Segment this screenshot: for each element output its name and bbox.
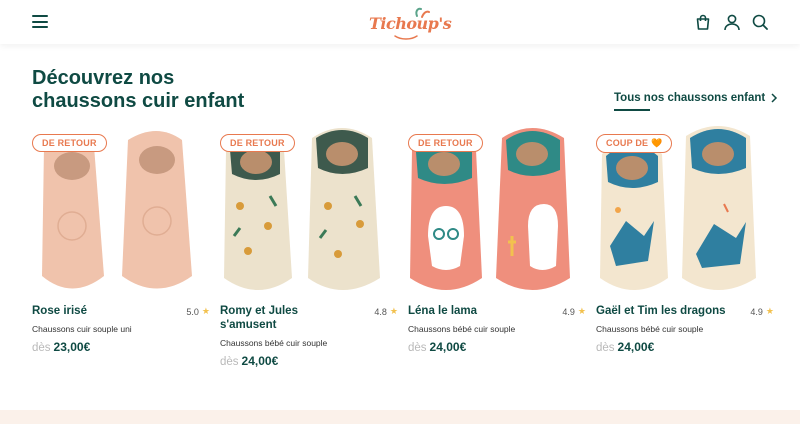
status-badge: COUP DE 🧡 — [596, 134, 673, 153]
rating-value: 5.0 — [186, 306, 199, 317]
bag-icon[interactable] — [694, 13, 712, 31]
product-rating: 4.8 ★ — [374, 306, 398, 317]
price-value: 24,00€ — [241, 354, 279, 368]
product-card[interactable]: DE RETOUR Rose irisé 5.0 ★ Chaussons cui… — [32, 126, 210, 354]
star-icon: ★ — [765, 306, 774, 316]
user-icon[interactable] — [723, 13, 741, 31]
star-icon: ★ — [389, 306, 398, 316]
price-value: 24,00€ — [429, 340, 467, 354]
price-value: 24,00€ — [617, 340, 655, 354]
menu-icon[interactable] — [32, 15, 48, 28]
product-price: dès 23,00€ — [32, 340, 90, 354]
product-name[interactable]: Léna le lama — [408, 304, 538, 318]
price-prefix: dès — [32, 342, 51, 354]
search-icon[interactable] — [751, 13, 769, 31]
product-card[interactable]: DE RETOUR Romy et Jules s'amusent 4.8 ★ … — [220, 126, 398, 368]
status-badge: DE RETOUR — [408, 134, 483, 152]
chevron-right-icon — [771, 93, 778, 103]
product-description: Chaussons bébé cuir souple — [596, 324, 704, 334]
section-title-line2: chaussons cuir enfant — [32, 90, 245, 112]
product-image[interactable]: DE RETOUR — [408, 126, 586, 298]
rating-value: 4.8 — [374, 306, 387, 317]
price-value: 23,00€ — [53, 340, 91, 354]
product-rating: 4.9 ★ — [750, 306, 774, 317]
product-image[interactable]: DE RETOUR — [220, 126, 398, 298]
product-card[interactable]: DE RETOUR Léna le lama 4.9 ★ Chaussons b… — [408, 126, 586, 354]
status-badge: DE RETOUR — [220, 134, 295, 152]
see-all-label: Tous nos chaussons enfant — [614, 92, 766, 104]
product-rating: 5.0 ★ — [186, 306, 210, 317]
logo-text: Tichoup's — [369, 14, 452, 33]
status-badge: DE RETOUR — [32, 134, 107, 152]
see-all-underline — [614, 109, 650, 111]
product-description: Chaussons bébé cuir souple — [408, 324, 516, 334]
star-icon: ★ — [577, 306, 586, 316]
rating-value: 4.9 — [562, 306, 575, 317]
see-all-link[interactable]: Tous nos chaussons enfant — [614, 92, 778, 104]
product-rating: 4.9 ★ — [562, 306, 586, 317]
price-prefix: dès — [220, 356, 239, 368]
product-card[interactable]: COUP DE 🧡 Gaël et Tim les dragons 4.9 ★ … — [596, 126, 774, 354]
price-prefix: dès — [596, 342, 615, 354]
product-image[interactable]: COUP DE 🧡 — [596, 126, 774, 298]
section-title-line1: Découvrez nos — [32, 67, 175, 89]
star-icon: ★ — [201, 306, 210, 316]
product-description: Chaussons cuir souple uni — [32, 324, 132, 334]
product-name[interactable]: Gaël et Tim les dragons — [596, 304, 736, 318]
product-name[interactable]: Romy et Jules s'amusent — [220, 304, 350, 332]
product-price: dès 24,00€ — [408, 340, 466, 354]
product-name[interactable]: Rose irisé — [32, 304, 162, 318]
product-image[interactable]: DE RETOUR — [32, 126, 210, 298]
price-prefix: dès — [408, 342, 427, 354]
product-price: dès 24,00€ — [220, 354, 278, 368]
brand-logo[interactable]: Tichoup's — [369, 6, 452, 40]
product-price: dès 24,00€ — [596, 340, 654, 354]
product-description: Chaussons bébé cuir souple — [220, 338, 328, 348]
rating-value: 4.9 — [750, 306, 763, 317]
section-title: Découvrez nos chaussons cuir enfant — [32, 67, 292, 113]
footer-band — [0, 410, 800, 424]
site-header: Tichoup's — [0, 0, 800, 44]
